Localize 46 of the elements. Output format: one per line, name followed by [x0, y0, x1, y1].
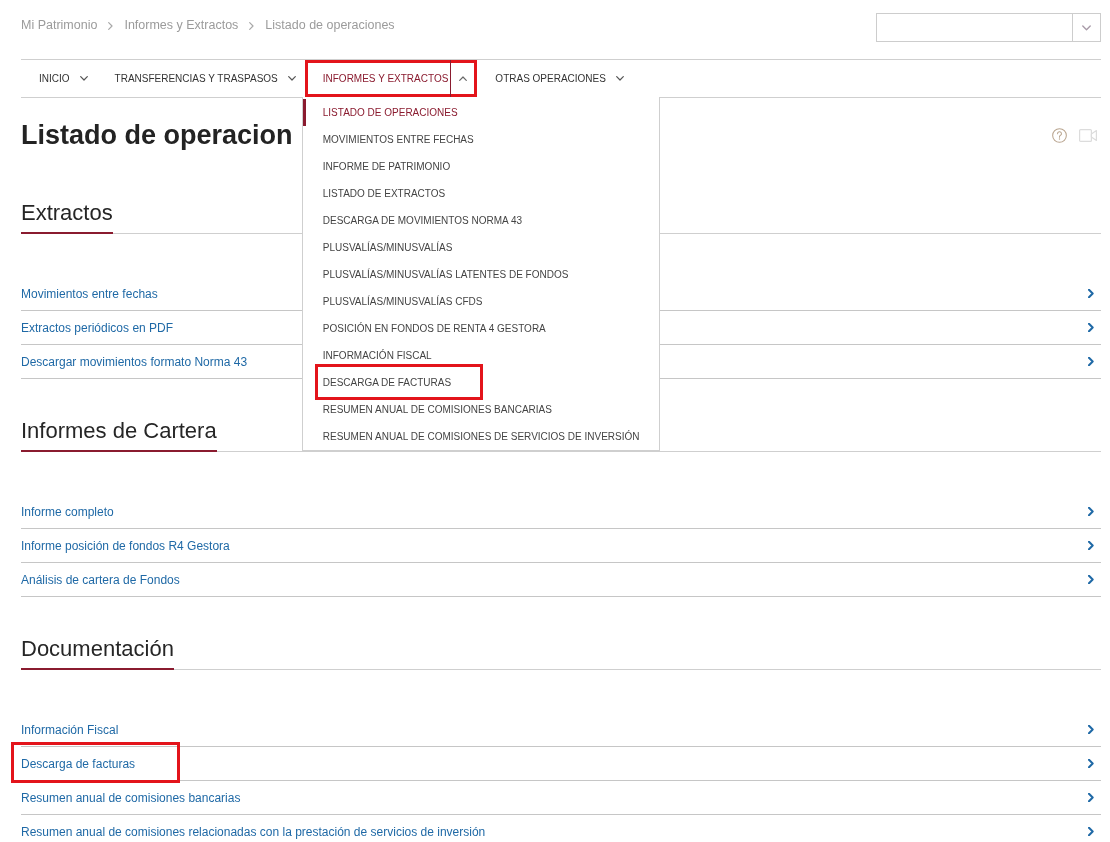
section-link[interactable]: Descarga de facturas: [11, 741, 181, 783]
section-link[interactable]: Análisis de cartera de Fondos: [21, 572, 180, 587]
dropdown-menu-item[interactable]: LISTADO DE OPERACIONES: [302, 99, 641, 126]
section-link[interactable]: Información Fiscal: [21, 722, 119, 737]
nav-menu-item[interactable]: TRANSFERENCIAS Y TRASPASOS: [96, 60, 305, 97]
nav-menu-item[interactable]: INICIO: [21, 60, 97, 97]
select-field[interactable]: [876, 13, 1101, 42]
dropdown-menu-item[interactable]: PLUSVALÍAS/MINUSVALÍAS CFDS: [302, 288, 641, 315]
section-link[interactable]: Resumen anual de comisiones bancarias: [21, 790, 241, 805]
chevron-right-icon[interactable]: [1088, 725, 1094, 734]
section-link[interactable]: Informe completo: [21, 504, 114, 519]
chevron-right-icon: [108, 21, 114, 30]
page-title: Listado de operacion: [21, 119, 293, 151]
section-link[interactable]: Informe posición de fondos R4 Gestora: [21, 538, 230, 553]
section-heading: Documentación: [21, 636, 174, 670]
section-link[interactable]: Extractos periódicos en PDF: [21, 320, 174, 335]
chevron-down-icon[interactable]: [287, 76, 296, 81]
nav-menu-item[interactable]: OTRAS OPERACIONES: [477, 60, 633, 97]
chevron-right-icon[interactable]: [1088, 357, 1094, 366]
dropdown-menu-item[interactable]: PLUSVALÍAS/MINUSVALÍAS: [302, 234, 641, 261]
dropdown-menu-item[interactable]: DESCARGA DE MOVIMIENTOS NORMA 43: [302, 207, 641, 234]
dropdown-menu-item[interactable]: INFORME DE PATRIMONIO: [302, 153, 641, 180]
chevron-right-icon[interactable]: [1088, 323, 1094, 332]
chevron-right-icon[interactable]: [1088, 759, 1094, 768]
chevron-down-icon[interactable]: [79, 76, 88, 81]
dropdown-menu-item[interactable]: DESCARGA DE FACTURAS: [314, 364, 484, 400]
chevron-right-icon[interactable]: [1088, 541, 1094, 550]
chevron-right-icon[interactable]: [1088, 575, 1094, 584]
section-link[interactable]: Movimientos entre fechas: [21, 286, 158, 301]
dropdown-menu-item[interactable]: LISTADO DE EXTRACTOS: [302, 180, 641, 207]
chevron-right-icon[interactable]: [1088, 793, 1094, 802]
dropdown-menu-item[interactable]: POSICIÓN EN FONDOS DE RENTA 4 GESTORA: [302, 315, 641, 342]
section-link[interactable]: Descargar movimientos formato Norma 43: [21, 354, 248, 369]
dropdown-menu-item[interactable]: MOVIMIENTOS ENTRE FECHAS: [302, 126, 641, 153]
chevron-right-icon[interactable]: [1088, 507, 1094, 516]
section-heading: Extractos: [21, 200, 113, 234]
dropdown-menu-item[interactable]: PLUSVALÍAS/MINUSVALÍAS LATENTES DE FONDOS: [302, 261, 641, 288]
chevron-right-icon[interactable]: [1088, 827, 1094, 836]
section-link[interactable]: Resumen anual de comisiones relacionadas con la prestación de servicios de inversión: [21, 824, 486, 839]
section-heading: Informes de Cartera: [21, 418, 217, 452]
chevron-right-icon[interactable]: [1088, 289, 1094, 298]
chevron-down-icon[interactable]: [615, 76, 624, 81]
chevron-right-icon: [249, 21, 255, 30]
nav-menu-item[interactable]: INFORMES Y EXTRACTOS: [304, 60, 478, 97]
dropdown-menu-item[interactable]: RESUMEN ANUAL DE COMISIONES DE SERVICIOS DE INVERSIÓN: [302, 423, 641, 450]
chevron-up-icon[interactable]: [459, 76, 468, 81]
